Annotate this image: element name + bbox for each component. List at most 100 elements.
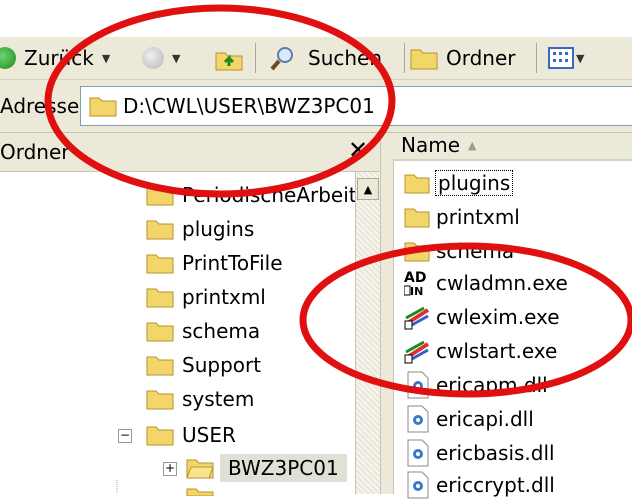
folder-icon [404,242,430,262]
folders-label: Ordner [446,46,516,70]
toolbar-separator [536,43,537,73]
folder-icon [404,208,430,228]
chevron-down-icon: ▼ [101,51,111,65]
list-item-label: cwladmn.exe [436,271,568,295]
folder-icon [146,390,174,410]
tree-item[interactable]: PrintToFile [146,248,283,278]
list-item[interactable]: printxml [404,202,520,232]
tree-item-selected[interactable]: BWZ3PC01 [186,453,347,483]
address-label: Adresse [0,94,80,118]
tree-line [116,480,118,494]
tree-item-label: USER [182,423,236,447]
list-item-label: cwlstart.exe [436,339,558,363]
list-item-label: cwlexim.exe [436,305,560,329]
dll-icon [407,471,429,499]
tree-item-label: system [182,387,255,411]
tree-item-label: PeriodischeArbeit [182,183,357,207]
open-folder-icon [146,426,174,446]
tree-item-label: schema [182,319,261,343]
folder-icon [146,322,174,342]
folder-pane-header: Ordner ✕ [0,133,380,172]
tree-item[interactable]: PeriodischeArbeit [146,180,357,210]
back-button[interactable]: Zurück ▼ [0,43,110,73]
dll-icon [407,405,429,433]
address-bar: Adresse D:\CWL\USER\BWZ3PC01 [0,80,632,133]
list-item[interactable]: ericapi.dll [404,404,534,434]
tree-item-label: BWZ3PC01 [220,454,347,482]
collapse-toggle[interactable]: − [118,429,132,443]
list-item-label: schema [436,239,515,263]
list-item-label: ericapi.dll [436,407,534,431]
close-icon[interactable]: ✕ [348,136,368,164]
tree-item[interactable]: Support [146,350,261,380]
tree-item[interactable]: schema [146,316,260,346]
list-item[interactable]: cwlexim.exe [404,302,560,332]
chevron-down-icon: ▼ [172,51,181,65]
pane-divider[interactable] [380,133,394,494]
folder-icon [186,488,214,496]
list-item[interactable]: ericbasis.dll [404,438,555,468]
tree-item-label: Support [182,353,262,377]
address-path: D:\CWL\USER\BWZ3PC01 [123,94,375,118]
list-item-label: ericapm.dll [436,373,548,397]
search-button[interactable]: Suchen [270,43,382,73]
tree-item-label: printxml [182,285,266,309]
tree-item[interactable]: printxml [146,282,266,312]
toolbar-separator [404,43,405,73]
tree-item[interactable]: USER [146,420,236,450]
toolbar: Zurück ▼ ▼ Suchen Ordner ▼ [0,37,632,80]
back-arrow-icon [0,47,16,69]
forward-button[interactable]: ▼ [142,43,180,73]
list-item[interactable]: ericapm.dll [404,370,548,400]
folder-icon [146,288,174,308]
folder-icon [146,186,174,206]
open-folder-icon [186,459,214,479]
folder-pane-title: Ordner [0,140,70,164]
search-icon [270,47,293,71]
app-exe-icon [404,340,430,364]
list-item[interactable]: ericcrypt.dll [404,470,555,500]
folder-icon [410,49,438,70]
admin-exe-icon: AD IN [404,270,426,297]
views-grid-icon [548,47,574,69]
list-item-label: printxml [436,205,520,229]
list-item-label: ericcrypt.dll [436,473,555,497]
folder-icon [146,356,174,376]
up-folder-icon [215,52,243,71]
list-item[interactable]: schema [404,236,514,266]
list-header: Name ▲ [393,133,632,161]
folder-icon [89,97,117,117]
folders-button[interactable]: Ordner [410,43,516,73]
svg-text:IN: IN [410,285,423,297]
dll-icon [407,371,429,399]
column-header-name[interactable]: Name [401,133,460,157]
sort-ascending-icon: ▲ [468,139,477,152]
tree-item[interactable]: system [146,384,254,414]
search-label: Suchen [308,46,383,70]
tree-item-label: plugins [182,217,255,241]
dll-icon [407,439,429,467]
svg-text:AD: AD [404,270,426,286]
scroll-up-button[interactable]: ▲ [357,178,379,200]
folder-tree: PeriodischeArbeit plugins PrintToFile pr… [0,172,357,496]
back-label: Zurück [24,46,94,70]
toolbar-separator [255,43,256,73]
folder-pane-scrollbar[interactable]: ▲ [355,172,381,494]
folder-icon [404,174,430,194]
chevron-down-icon: ▼ [576,51,585,65]
list-item[interactable]: AD IN cwladmn.exe [404,268,568,298]
address-field[interactable]: D:\CWL\USER\BWZ3PC01 [80,86,632,126]
list-item[interactable]: cwlstart.exe [404,336,557,366]
tree-item[interactable]: plugins [146,214,254,244]
list-item-label: ericbasis.dll [436,441,555,465]
list-item[interactable]: plugins [404,168,514,198]
folder-icon [146,220,174,240]
up-folder-button[interactable] [214,43,244,73]
expand-toggle[interactable]: + [163,462,177,476]
app-exe-icon [404,306,430,330]
tree-item-label: PrintToFile [182,251,283,275]
views-button[interactable]: ▼ [548,43,584,73]
folder-icon [146,254,174,274]
forward-arrow-icon [142,47,164,69]
list-item-label: plugins [434,170,514,196]
